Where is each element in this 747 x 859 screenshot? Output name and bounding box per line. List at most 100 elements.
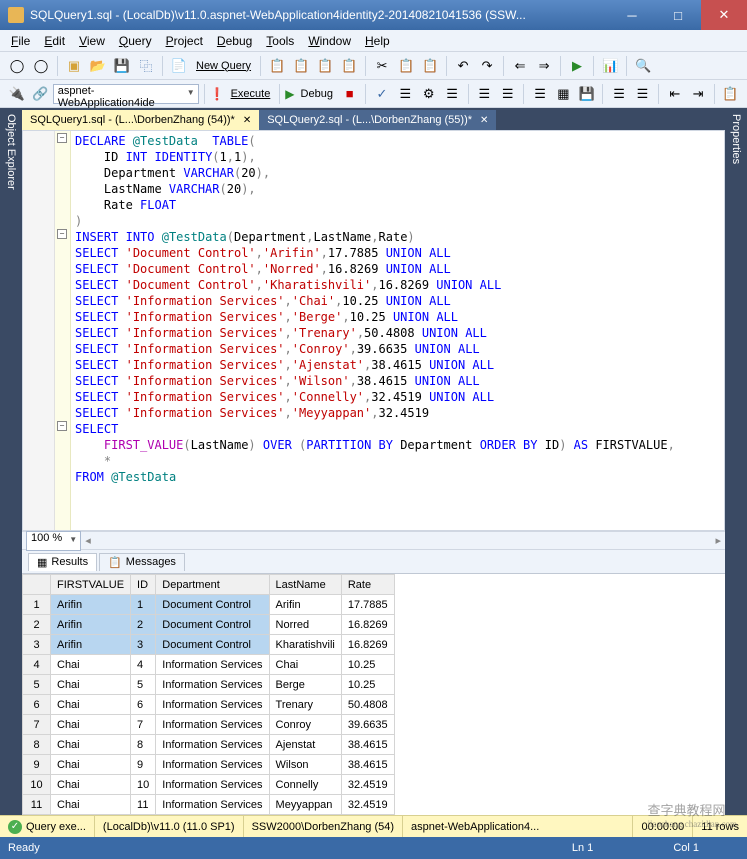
menu-query[interactable]: Query (112, 32, 159, 50)
cell[interactable]: Information Services (156, 715, 269, 735)
available-databases-combo[interactable]: aspnet-WebApplication4ide (53, 84, 199, 104)
cell[interactable]: 10 (131, 775, 156, 795)
cell[interactable]: Chai (51, 675, 131, 695)
menu-edit[interactable]: Edit (37, 32, 72, 50)
cell[interactable]: 38.4615 (341, 735, 394, 755)
activity-monitor-button[interactable]: 📊 (599, 55, 621, 77)
cell[interactable]: 9 (23, 755, 51, 775)
messages-tab[interactable]: 📋Messages (99, 553, 185, 571)
cell[interactable]: Wilson (269, 755, 341, 775)
increase-indent-button[interactable]: ⇥ (687, 83, 708, 105)
table-row[interactable]: 7Chai7Information ServicesConroy39.6635 (23, 715, 395, 735)
save-all-button[interactable]: ⿻ (135, 55, 157, 77)
results-text-button[interactable]: ☰ (529, 83, 550, 105)
table-row[interactable]: 5Chai5Information ServicesBerge10.25 (23, 675, 395, 695)
cell[interactable]: 3 (23, 635, 51, 655)
properties-tab[interactable]: Properties (725, 108, 747, 815)
cell[interactable]: 2 (131, 615, 156, 635)
cell[interactable]: Connelly (269, 775, 341, 795)
results-file-button[interactable]: 💾 (576, 83, 597, 105)
menu-project[interactable]: Project (159, 32, 210, 50)
cell[interactable]: Chai (51, 795, 131, 815)
column-header[interactable]: LastName (269, 575, 341, 595)
include-plan-button[interactable]: ☰ (474, 83, 495, 105)
cell[interactable]: Information Services (156, 775, 269, 795)
cell[interactable]: Arifin (51, 635, 131, 655)
code-area[interactable]: DECLARE @TestData TABLE( ID INT IDENTITY… (71, 131, 724, 530)
table-row[interactable]: 3Arifin3Document ControlKharatishvili16.… (23, 635, 395, 655)
cell[interactable]: Document Control (156, 595, 269, 615)
cell[interactable]: 39.6635 (341, 715, 394, 735)
cell[interactable]: Arifin (51, 595, 131, 615)
open-file-button[interactable]: 📂 (87, 55, 109, 77)
cell[interactable]: 10.25 (341, 675, 394, 695)
cell[interactable]: Chai (51, 695, 131, 715)
cell[interactable]: Trenary (269, 695, 341, 715)
tab-close-icon[interactable]: ✕ (480, 115, 488, 126)
column-header[interactable]: FIRSTVALUE (51, 575, 131, 595)
menu-help[interactable]: Help (358, 32, 397, 50)
menu-file[interactable]: File (4, 32, 37, 50)
db-engine-query-button[interactable]: 📋 (266, 55, 288, 77)
menu-debug[interactable]: Debug (210, 32, 259, 50)
xmla-query-button[interactable]: 📋 (338, 55, 360, 77)
cell[interactable]: Information Services (156, 675, 269, 695)
cell[interactable]: 16.8269 (341, 635, 394, 655)
editor-tab[interactable]: SQLQuery1.sql - (L...\DorbenZhang (54))*… (22, 110, 259, 130)
tab-close-icon[interactable]: ✕ (243, 115, 251, 126)
find-button[interactable]: 🔍 (632, 55, 654, 77)
fold-toggle[interactable]: − (57, 421, 67, 431)
cell[interactable]: 4 (131, 655, 156, 675)
forward-button[interactable]: ◯ (30, 55, 52, 77)
table-row[interactable]: 11Chai11Information ServicesMeyyappan32.… (23, 795, 395, 815)
query-options-button[interactable]: ⚙ (418, 83, 439, 105)
cell[interactable]: Arifin (269, 595, 341, 615)
cell[interactable]: Conroy (269, 715, 341, 735)
cell[interactable]: 17.7885 (341, 595, 394, 615)
column-header[interactable] (23, 575, 51, 595)
cell[interactable]: 32.4519 (341, 775, 394, 795)
estimated-plan-button[interactable]: ☰ (395, 83, 416, 105)
cell[interactable]: 5 (131, 675, 156, 695)
start-button[interactable]: ▶ (566, 55, 588, 77)
intellisense-button[interactable]: ☰ (441, 83, 462, 105)
cell[interactable]: 1 (23, 595, 51, 615)
cell[interactable]: Chai (51, 775, 131, 795)
cut-button[interactable]: ✂ (371, 55, 393, 77)
cell[interactable]: Arifin (51, 615, 131, 635)
code-folding-margin[interactable]: − − − (55, 131, 71, 530)
cell[interactable]: 11 (23, 795, 51, 815)
specify-template-button[interactable]: 📋 (720, 83, 741, 105)
results-grid[interactable]: FIRSTVALUEIDDepartmentLastNameRate1Arifi… (22, 573, 725, 815)
menu-tools[interactable]: Tools (259, 32, 301, 50)
comment-button[interactable]: ☰ (608, 83, 629, 105)
analysis-query-button[interactable]: 📋 (290, 55, 312, 77)
copy-button[interactable]: 📋 (395, 55, 417, 77)
cell[interactable]: Kharatishvili (269, 635, 341, 655)
results-tab[interactable]: ▦Results (28, 553, 97, 571)
maximize-button[interactable]: □ (655, 0, 701, 30)
table-row[interactable]: 6Chai6Information ServicesTrenary50.4808 (23, 695, 395, 715)
mdx-query-button[interactable]: 📋 (314, 55, 336, 77)
cell[interactable]: Chai (269, 655, 341, 675)
cell[interactable]: Berge (269, 675, 341, 695)
connect-button[interactable]: 🔗 (29, 83, 50, 105)
table-row[interactable]: 1Arifin1Document ControlArifin17.7885 (23, 595, 395, 615)
cell[interactable]: 10.25 (341, 655, 394, 675)
cell[interactable]: 7 (23, 715, 51, 735)
fold-toggle[interactable]: − (57, 133, 67, 143)
cell[interactable]: Meyyappan (269, 795, 341, 815)
zoom-combo[interactable]: 100 % (26, 531, 81, 551)
sql-editor[interactable]: − − − DECLARE @TestData TABLE( ID INT ID… (22, 130, 725, 531)
debug-button[interactable]: Debug (297, 88, 337, 100)
cell[interactable]: 32.4519 (341, 795, 394, 815)
paste-button[interactable]: 📋 (419, 55, 441, 77)
cell[interactable]: Information Services (156, 655, 269, 675)
parse-button[interactable]: ✓ (371, 83, 392, 105)
cell[interactable]: 16.8269 (341, 615, 394, 635)
new-query-icon[interactable]: 📄 (168, 55, 190, 77)
cell[interactable]: Chai (51, 715, 131, 735)
menu-view[interactable]: View (72, 32, 112, 50)
cell[interactable]: 3 (131, 635, 156, 655)
table-row[interactable]: 10Chai10Information ServicesConnelly32.4… (23, 775, 395, 795)
